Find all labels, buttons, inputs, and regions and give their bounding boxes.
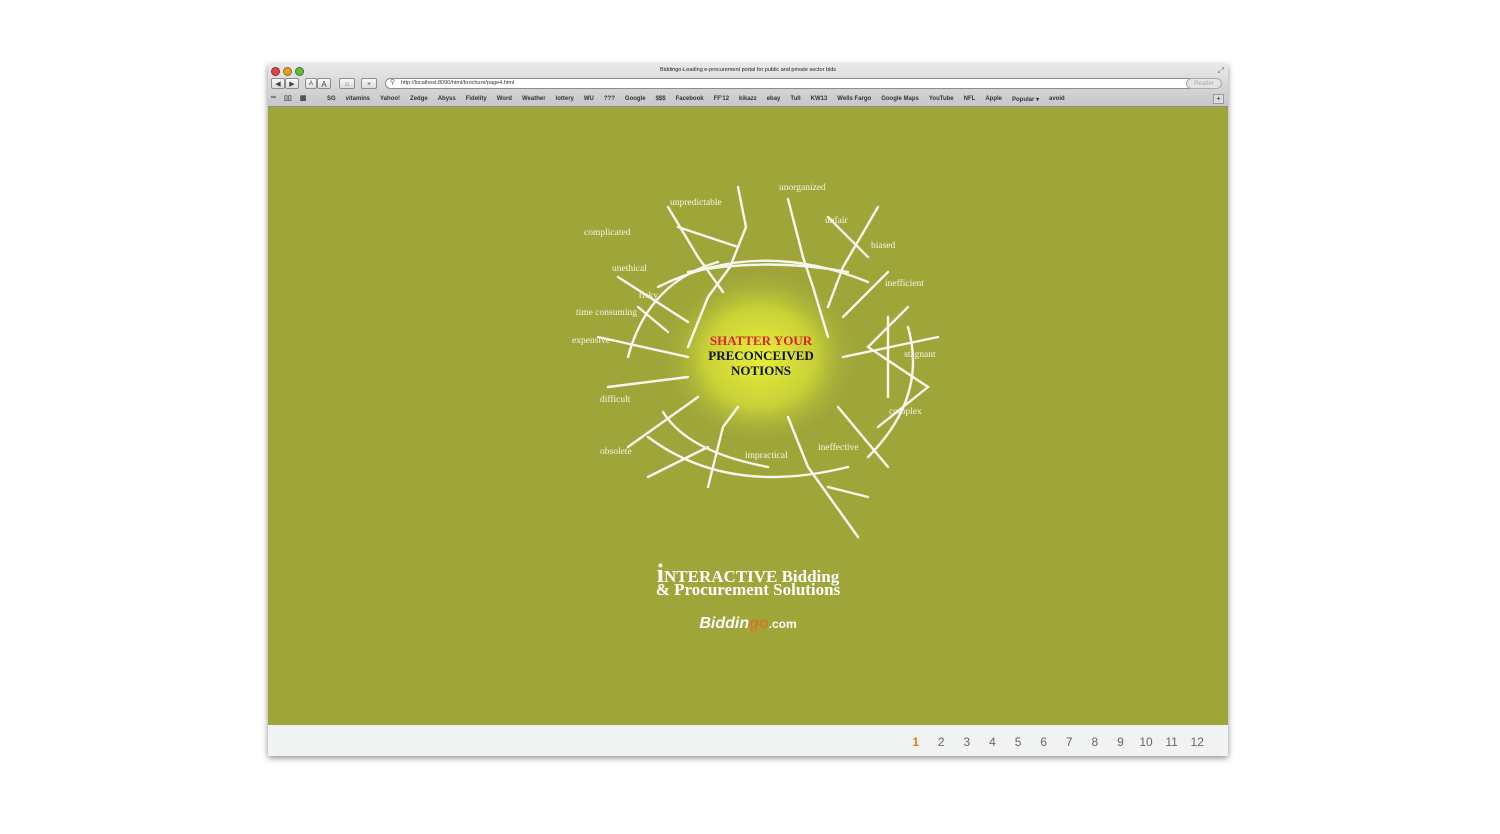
page-link-5[interactable]: 5 [1005,735,1031,749]
page-link-12[interactable]: 12 [1184,735,1210,749]
word-unpredictable: unpredictable [670,198,722,208]
bookmark-item[interactable]: Abyss [438,96,456,103]
url-text: http://localhost:8090/html/brochure/page… [401,80,515,86]
page-link-6[interactable]: 6 [1031,735,1057,749]
page-link-10[interactable]: 10 [1133,735,1159,749]
bookmark-item[interactable]: Tull [790,96,800,103]
word-ineffective: ineffective [818,442,858,453]
word-obsolete: obsolete [600,447,632,457]
page-link-4[interactable]: 4 [980,735,1006,749]
bookmark-item[interactable]: Fidelity [466,96,487,103]
title-bar: Biddingo-Leading e-procurement portal fo… [268,64,1228,107]
headline-notions: NOTIONS [731,363,791,378]
new-tab-button[interactable]: + [1213,94,1224,104]
text-bigger-button[interactable]: A [317,78,331,89]
reader-button[interactable]: Reader [1186,78,1222,89]
navigation-toolbar: ◀ ▶ A A ⌂ + ⚲ http://localhost:8090/html… [271,78,1225,91]
bookmark-item[interactable]: SG [327,96,336,103]
window-title: Biddingo-Leading e-procurement portal fo… [659,67,837,73]
bookmark-item[interactable]: avoid [1049,96,1065,103]
word-complicated: complicated [584,228,631,238]
word-biased: biased [871,241,896,251]
word-stagnant: stagnant [904,350,936,360]
bookmark-item[interactable]: lottery [556,96,574,103]
bookmark-item[interactable]: Zedge [410,96,428,103]
back-arrow-icon: ◀ [275,81,281,88]
headline-preconceived: PRECONCEIVED [708,348,813,363]
word-time-consuming: time consuming [576,308,637,318]
word-impractical: impractical [745,451,788,461]
bookmark-list: SG vitamins Yahoo! Zedge Abyss Fidelity Word We… [327,96,1065,103]
forward-button[interactable]: ▶ [285,78,299,89]
logo-text-com: .com [768,617,797,631]
bookmark-item[interactable]: ebay [767,96,781,103]
page-link-11[interactable]: 11 [1159,735,1185,749]
page-link-8[interactable]: 8 [1082,735,1108,749]
bookmark-item[interactable]: WU [584,96,594,103]
fullscreen-icon[interactable]: ⤢ [1218,66,1224,76]
bookmark-item[interactable]: NFL [964,96,976,103]
page-link-2[interactable]: 2 [928,735,954,749]
word-expensive: expensive [572,336,610,346]
bookmark-item[interactable]: Apple [985,96,1002,103]
plus-icon: + [366,81,372,88]
logo-text-biddin: Biddin [699,615,750,632]
top-sites-grid-icon[interactable]: ▦ [300,94,307,102]
word-unethical: unethical [612,264,647,274]
bookmarks-bar: ∞ ▯▯ ▦ SG vitamins Yahoo! Zedge Abyss Fidelit… [271,94,1225,105]
bookmark-item[interactable]: ??? [604,96,615,103]
text-smaller-button[interactable]: A [305,78,317,89]
word-unfair: unfair [825,215,849,226]
bookmark-item[interactable]: YouTube [929,96,954,103]
forward-arrow-icon: ▶ [289,81,295,88]
headline-shatter: SHATTER YOUR [710,333,813,348]
word-difficult: difficult [600,394,631,405]
tagline-line-2: & Procurement Solutions [655,580,841,599]
shattered-glass-graphic: unorganized unpredictable unfair complic… [572,183,940,539]
biddingo-logo[interactable]: Biddingo.com [268,615,1228,633]
word-risky: risky [639,291,658,301]
home-button[interactable]: ⌂ [339,78,355,89]
bookmark-item[interactable]: Google [625,96,646,103]
page-link-9[interactable]: 9 [1108,735,1134,749]
page-link-1[interactable]: 1 [903,735,929,749]
bookmark-item[interactable]: Word [497,96,512,103]
page-link-3[interactable]: 3 [954,735,980,749]
bookmark-item[interactable]: KW13 [811,96,828,103]
reading-list-icon[interactable]: ∞ [271,94,276,102]
word-unorganized: unorganized [779,183,826,193]
add-bookmark-button[interactable]: + [361,78,377,89]
page-link-7[interactable]: 7 [1056,735,1082,749]
bookmark-item[interactable]: Wells Fargo [837,96,871,103]
bookmark-item[interactable]: kikazz [739,96,757,103]
page-content: unorganized unpredictable unfair complic… [268,107,1228,725]
bookmark-item[interactable]: Google Maps [881,96,919,103]
address-bar[interactable]: ⚲ http://localhost:8090/html/brochure/pa… [385,78,1201,89]
search-icon: ⚲ [390,79,396,86]
home-icon: ⌂ [344,81,350,88]
bookmark-item[interactable]: vitamins [346,96,370,103]
pagination-bar: 1 2 3 4 5 6 7 8 9 10 11 12 [268,725,1228,756]
bookmark-item[interactable]: $$$ [656,96,666,103]
bookmarks-book-icon[interactable]: ▯▯ [284,94,292,102]
word-complex: complex [889,407,922,417]
bookmark-item[interactable]: Popular ▾ [1012,96,1039,103]
logo-text-go: go [749,615,769,632]
bookmark-item[interactable]: Facebook [676,96,704,103]
page-numbers: 1 2 3 4 5 6 7 8 9 10 11 12 [903,735,1210,749]
bookmark-item[interactable]: Weather [522,96,546,103]
bookmark-item[interactable]: Yahoo! [380,96,400,103]
word-inefficient: inefficient [885,278,924,289]
back-button[interactable]: ◀ [271,78,285,89]
bookmark-item[interactable]: FF'12 [714,96,729,103]
browser-window: Biddingo-Leading e-procurement portal fo… [268,64,1228,756]
